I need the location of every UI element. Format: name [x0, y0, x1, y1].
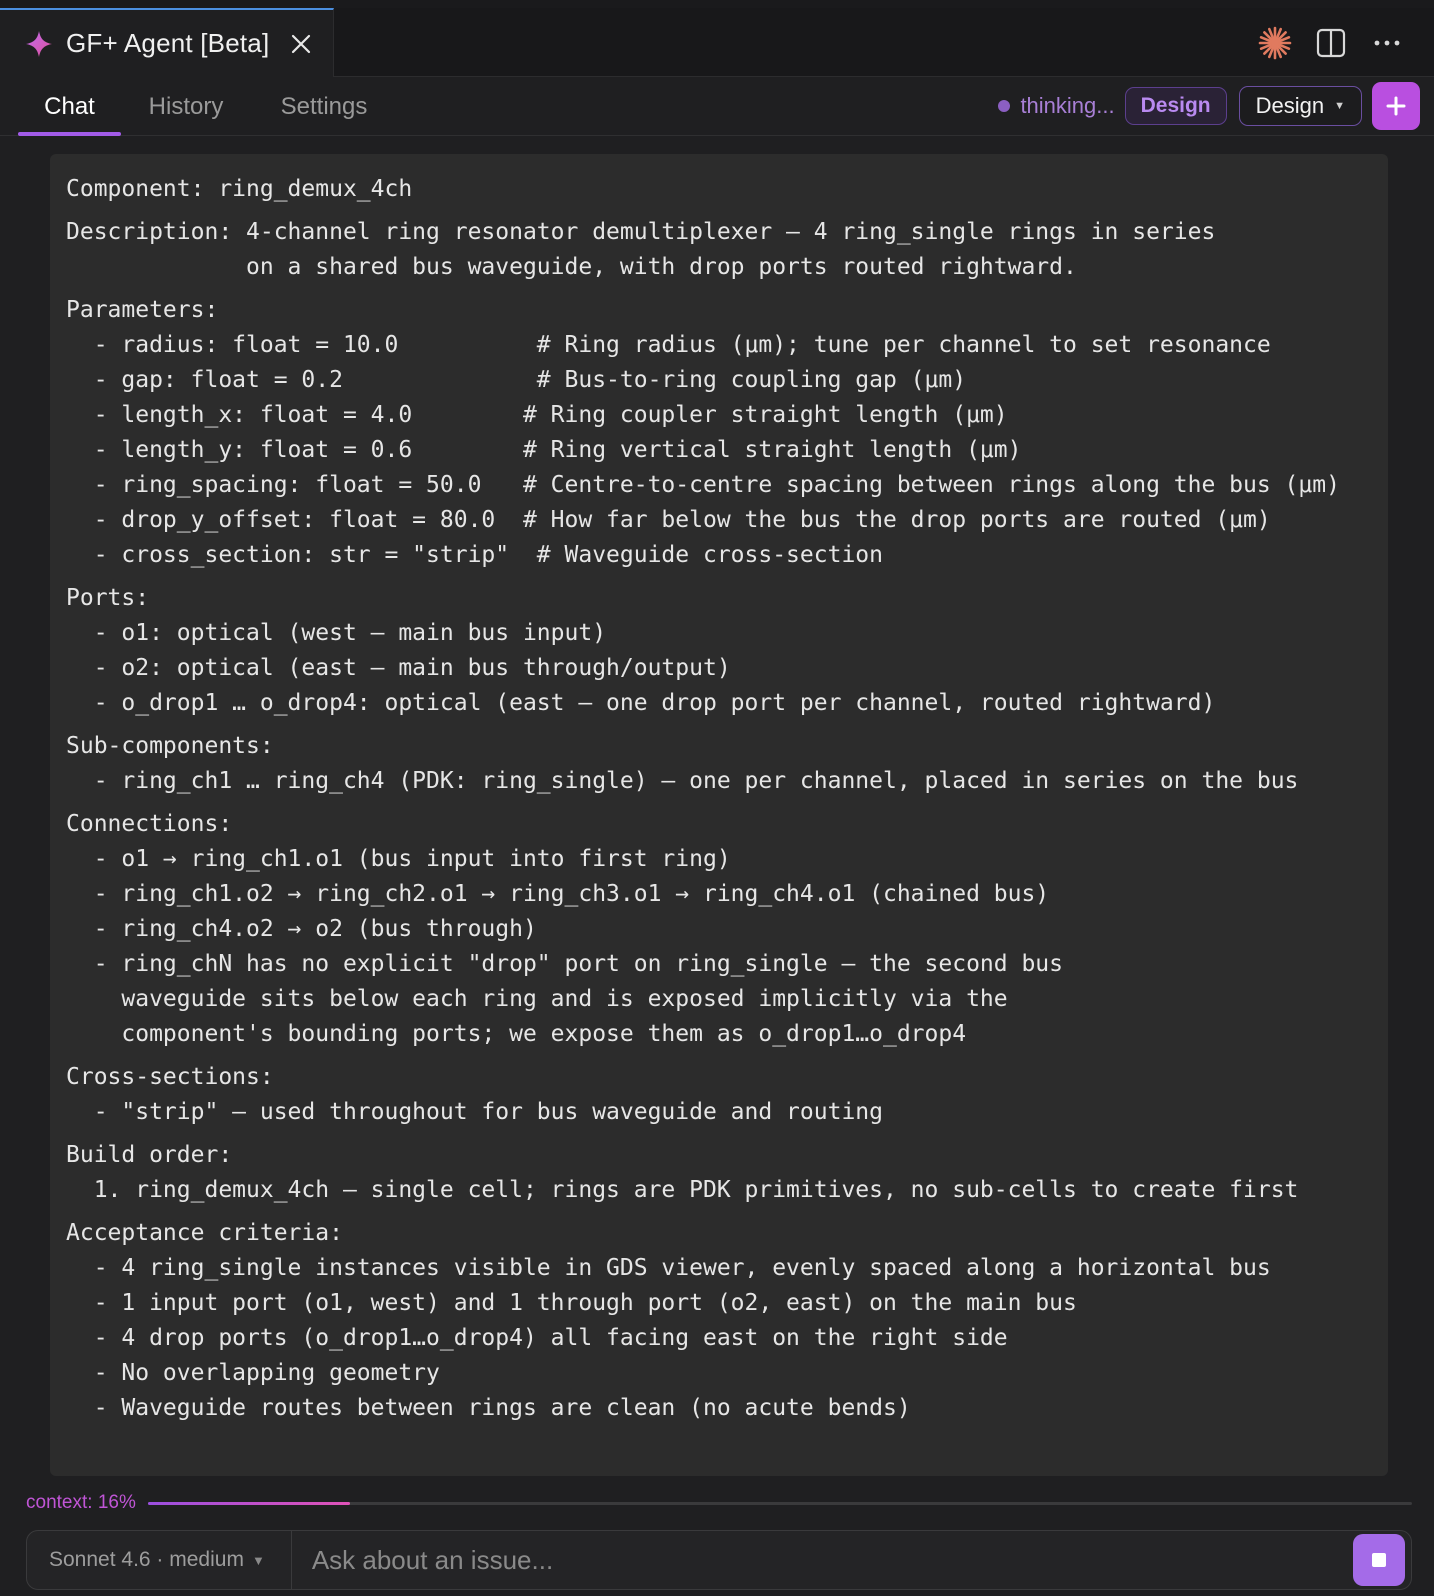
message-line: - length_y: float = 0.6 # Ring vertical …	[66, 437, 1022, 463]
message-line: - ring_chN has no explicit "drop" port o…	[66, 951, 1063, 977]
message-line: - No overlapping geometry	[66, 1360, 440, 1386]
chat-input[interactable]	[291, 1531, 1353, 1589]
message-line: - o_drop1 … o_drop4: optical (east — one…	[66, 690, 1216, 716]
message-line: Build order:	[66, 1142, 233, 1168]
mode-badge: Design	[1124, 87, 1227, 125]
close-icon[interactable]	[287, 30, 315, 58]
status-dot	[998, 100, 1011, 112]
context-label: context: 16%	[26, 1492, 136, 1513]
model-selector[interactable]: Sonnet 4.6 · medium ▼	[27, 1530, 292, 1590]
tab-chat[interactable]: Chat	[18, 77, 121, 136]
sparkle-icon	[24, 29, 54, 59]
message-line: Ports:	[66, 585, 150, 611]
claude-starburst-icon[interactable]	[1258, 26, 1292, 60]
context-progress-track	[147, 1501, 1412, 1505]
message-line: - ring_ch1 … ring_ch4 (PDK: ring_single)…	[66, 768, 1299, 794]
message-line: - o1: optical (west — main bus input)	[66, 620, 607, 646]
message-line: - Waveguide routes between rings are cle…	[66, 1395, 911, 1421]
message-line: waveguide sits below each ring and is ex…	[66, 986, 1008, 1012]
message-line: 1. ring_demux_4ch — single cell; rings a…	[66, 1177, 1299, 1203]
message-line: - 4 drop ports (o_drop1…o_drop4) all fac…	[66, 1325, 1008, 1351]
message-line: - "strip" — used throughout for bus wave…	[66, 1099, 883, 1125]
message-line: Description: 4-channel ring resonator de…	[66, 219, 1216, 245]
message-line: - cross_section: str = "strip" # Wavegui…	[66, 542, 883, 568]
split-panel-icon[interactable]	[1314, 26, 1348, 60]
message-line: Component: ring_demux_4ch	[66, 176, 413, 202]
message-line: - ring_ch4.o2 → o2 (bus through)	[66, 916, 537, 942]
message-line: - drop_y_offset: float = 80.0 # How far …	[66, 507, 1271, 533]
message-line: - gap: float = 0.2 # Bus-to-ring couplin…	[66, 367, 967, 393]
tab-title: GF+ Agent [Beta]	[66, 28, 270, 58]
tab-history[interactable]: History	[134, 77, 238, 136]
message-line: - o1 → ring_ch1.o1 (bus input into first…	[66, 846, 731, 872]
agent-tab[interactable]: GF+ Agent [Beta]	[0, 8, 334, 77]
message-line: - length_x: float = 4.0 # Ring coupler s…	[66, 402, 1008, 428]
context-usage: context: 16%	[26, 1491, 1412, 1515]
mode-dropdown-label: Design	[1255, 93, 1325, 118]
message-line: Connections:	[66, 811, 233, 837]
message-line: - ring_ch1.o2 → ring_ch2.o1 → ring_ch3.o…	[66, 881, 1050, 907]
message-line: - 1 input port (o1, west) and 1 through …	[66, 1290, 1077, 1316]
message-line: - o2: optical (east — main bus through/o…	[66, 655, 731, 681]
message-line: - radius: float = 10.0 # Ring radius (μm…	[66, 332, 1271, 358]
assistant-message-block: Component: ring_demux_4ch Description: 4…	[50, 154, 1388, 1476]
model-label: Sonnet 4.6 · medium	[49, 1548, 244, 1571]
chevron-down-icon: ▼	[1334, 100, 1345, 112]
chevron-down-icon: ▼	[251, 1552, 265, 1568]
more-horizontal-icon[interactable]	[1370, 26, 1404, 60]
plus-icon	[1386, 96, 1406, 116]
mode-dropdown[interactable]: Design ▼	[1238, 86, 1362, 126]
stop-button[interactable]	[1353, 1534, 1405, 1586]
message-line: Parameters:	[66, 297, 219, 323]
message-line: on a shared bus waveguide, with drop por…	[66, 254, 1077, 280]
thinking-label: thinking...	[1020, 93, 1115, 118]
message-line: Acceptance criteria:	[66, 1220, 343, 1246]
tab-settings[interactable]: Settings	[264, 77, 384, 136]
message-line: Sub-components:	[66, 733, 274, 759]
message-line: - 4 ring_single instances visible in GDS…	[66, 1255, 1271, 1281]
new-chat-button[interactable]	[1372, 82, 1420, 130]
context-progress-fill	[147, 1501, 351, 1505]
stop-icon	[1372, 1553, 1386, 1567]
chat-input-bar: Sonnet 4.6 · medium ▼	[26, 1530, 1412, 1590]
thinking-status: thinking...	[998, 93, 1115, 119]
editor-tab-strip: GF+ Agent [Beta]	[0, 0, 1434, 77]
message-line: component's bounding ports; we expose th…	[66, 1021, 967, 1047]
message-line: - ring_spacing: float = 50.0 # Centre-to…	[66, 472, 1340, 498]
message-line: Cross-sections:	[66, 1064, 274, 1090]
panel-nav: Chat History Settings thinking... Design…	[0, 77, 1434, 136]
